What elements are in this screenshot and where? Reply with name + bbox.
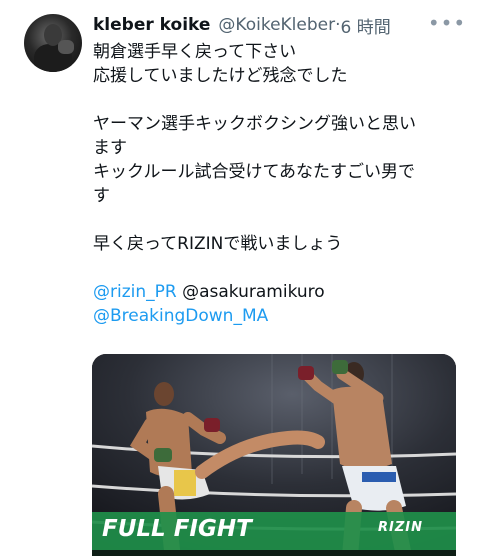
tweet-line: ヤーマン選手キックボクシング強いと思い — [93, 114, 416, 134]
more-dots-icon[interactable]: ••• — [428, 10, 465, 36]
tweet-line — [93, 208, 468, 232]
tweet-time[interactable]: 6 時間 — [341, 13, 391, 38]
mention-line: @BreakingDown_MA — [93, 304, 468, 328]
mention-line: @rizin_PR @asakuramikuro — [93, 280, 468, 304]
tweet-media[interactable]: FULL FIGHT RIZIN — [92, 354, 456, 556]
author-handle[interactable]: @KoikeKleber — [218, 15, 335, 35]
tweet-line: キックルール試合受けてあなたすごい男で — [93, 162, 415, 182]
tweet-body: 朝倉選手早く戻って下さい 応援していましたけど残念でした ヤーマン選手キックボク… — [93, 40, 468, 328]
tweet-header: kleber koike @KoikeKleber · 6 時間 — [93, 12, 391, 38]
mention-breakingdown[interactable]: @BreakingDown_MA — [93, 306, 268, 326]
author-name[interactable]: kleber koike — [93, 15, 210, 35]
mention-asakura[interactable]: @asakuramikuro — [182, 282, 325, 302]
profile-avatar[interactable] — [24, 14, 82, 72]
full-fight-caption: FULL FIGHT — [102, 516, 252, 542]
mention-rizin-pr[interactable]: @rizin_PR — [93, 282, 177, 302]
tweet-line — [93, 88, 468, 112]
tweet-line — [93, 256, 468, 280]
tweet-line: 応援していましたけど残念でした — [93, 66, 348, 86]
tweet-line: ます — [93, 138, 127, 158]
tweet-line: 早く戻ってRIZINで戦いましょう — [93, 234, 343, 254]
tweet-line: す — [93, 186, 110, 206]
rizin-logo: RIZIN — [378, 520, 423, 535]
tweet-line: 朝倉選手早く戻って下さい — [93, 42, 297, 62]
